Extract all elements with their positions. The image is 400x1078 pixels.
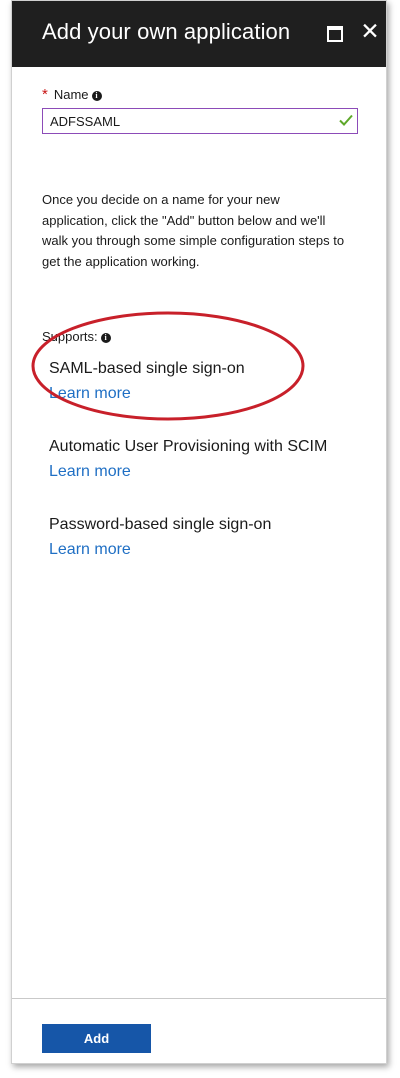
name-label: * Name i (42, 86, 102, 103)
name-label-text: Name (53, 87, 89, 102)
title-bar: Add your own application ✕ (12, 1, 386, 67)
close-button[interactable]: ✕ (358, 18, 382, 44)
supports-label: Supports: i (42, 329, 111, 344)
supports-label-text: Supports: (42, 329, 98, 344)
info-icon[interactable]: i (100, 333, 111, 343)
feature-scim-provisioning: Automatic User Provisioning with SCIM (49, 438, 328, 455)
learn-more-link-saml[interactable]: Learn more (49, 385, 131, 403)
add-application-panel: Add your own application ✕ *Namei Once y… (11, 0, 387, 1064)
learn-more-link-password[interactable]: Learn more (49, 541, 131, 559)
maximize-button[interactable] (322, 22, 346, 44)
name-input[interactable] (42, 108, 358, 134)
required-marker: * (42, 86, 48, 103)
feature-password-sso: Password-based single sign-on (49, 516, 272, 533)
add-button[interactable]: Add (42, 1024, 151, 1053)
description-text: Once you decide on a name for your new a… (42, 192, 345, 269)
close-icon: ✕ (360, 18, 380, 44)
info-icon[interactable]: i (91, 91, 102, 101)
checkmark-icon (339, 114, 353, 126)
panel-title: Add your own application (42, 19, 291, 44)
footer-divider (12, 998, 386, 999)
learn-more-link-scim[interactable]: Learn more (49, 463, 131, 481)
feature-saml-sso: SAML-based single sign-on (49, 360, 245, 377)
maximize-icon (327, 26, 343, 42)
